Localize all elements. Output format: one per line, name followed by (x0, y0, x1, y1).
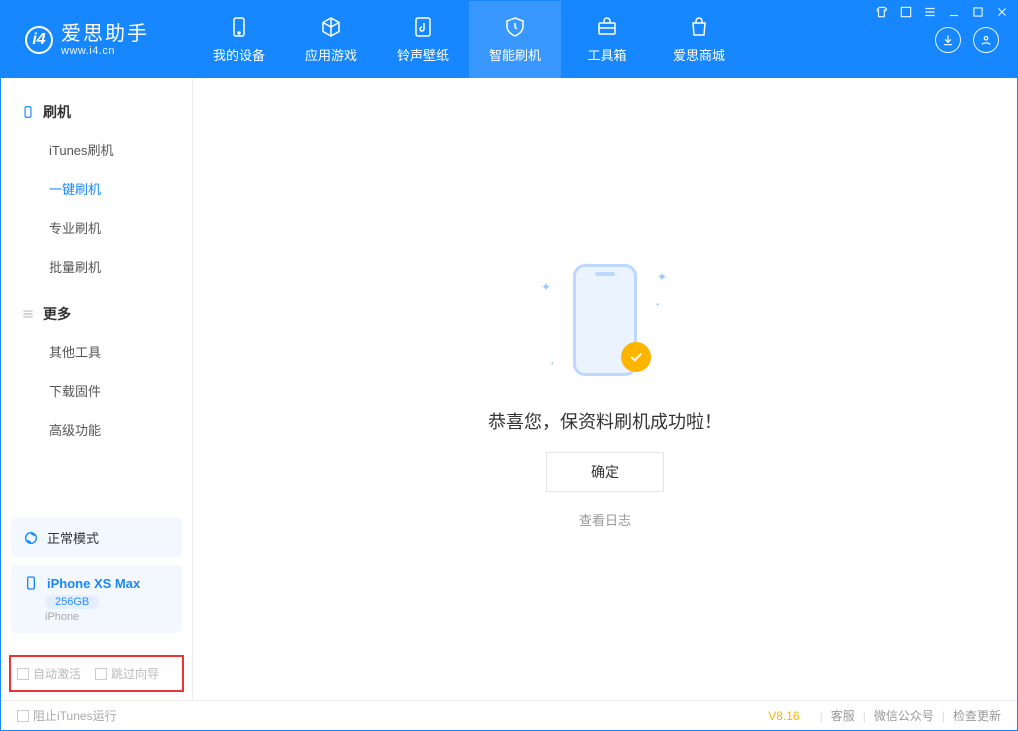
device-type: iPhone (45, 611, 170, 623)
nav-other-tools[interactable]: 其他工具 (1, 332, 192, 371)
nav-firmware[interactable]: 下载固件 (1, 371, 192, 410)
tab-apps[interactable]: 应用游戏 (285, 1, 377, 78)
toolbox-icon (595, 15, 619, 39)
nav-advanced[interactable]: 高级功能 (1, 410, 192, 449)
menu-icon[interactable] (923, 5, 937, 19)
statusbar: 阻止iTunes运行 V8.16 | 客服 | 微信公众号 | 检查更新 (1, 700, 1017, 730)
nav-batch-flash[interactable]: 批量刷机 (1, 247, 192, 286)
main-content: ✦ ✦ • • 恭喜您，保资料刷机成功啦！ 确定 查看日志 (193, 78, 1017, 700)
mode-card[interactable]: 正常模式 (11, 518, 182, 557)
user-icon (979, 33, 993, 47)
ok-button[interactable]: 确定 (546, 452, 664, 492)
sync-icon (23, 530, 39, 546)
header: i4 爱思助手 www.i4.cn 我的设备 应用游戏 铃声壁纸 智能刷机 (1, 1, 1017, 78)
maximize-icon[interactable] (971, 5, 985, 19)
logo-icon: i4 (25, 26, 53, 54)
bag-icon (687, 15, 711, 39)
window-controls (875, 5, 1009, 19)
cube-icon (319, 15, 343, 39)
checkbox-skip-guide[interactable]: 跳过向导 (95, 665, 159, 682)
checkbox-auto-activate[interactable]: 自动激活 (17, 665, 81, 682)
nav-pro-flash[interactable]: 专业刷机 (1, 208, 192, 247)
sidebar: 刷机 iTunes刷机 一键刷机 专业刷机 批量刷机 更多 其他工具 下载固件 … (1, 78, 193, 700)
view-log-link[interactable]: 查看日志 (579, 510, 631, 529)
check-badge-icon (621, 342, 651, 372)
nav-group-more: 更多 (1, 296, 192, 332)
device-icon (227, 15, 251, 39)
device-name: iPhone XS Max (47, 576, 140, 591)
download-icon (941, 33, 955, 47)
success-message: 恭喜您，保资料刷机成功啦！ (488, 408, 722, 434)
user-button[interactable] (973, 27, 999, 53)
device-card[interactable]: iPhone XS Max 256GB iPhone (11, 565, 182, 633)
music-icon (411, 15, 435, 39)
update-link[interactable]: 检查更新 (953, 707, 1001, 724)
close-icon[interactable] (995, 5, 1009, 19)
tab-store[interactable]: 爱思商城 (653, 1, 745, 78)
nav-itunes-flash[interactable]: iTunes刷机 (1, 130, 192, 169)
download-button[interactable] (935, 27, 961, 53)
success-illustration: ✦ ✦ • • (515, 250, 695, 390)
shield-icon (503, 15, 527, 39)
cube-icon[interactable] (899, 5, 913, 19)
options-bar: 自动激活 跳过向导 (9, 655, 184, 692)
logo: i4 爱思助手 www.i4.cn (1, 1, 193, 78)
tab-rings[interactable]: 铃声壁纸 (377, 1, 469, 78)
sparkle-icon: ✦ (657, 270, 667, 284)
dot-icon: • (656, 300, 659, 309)
shirt-icon[interactable] (875, 5, 889, 19)
support-link[interactable]: 客服 (831, 707, 855, 724)
tab-device[interactable]: 我的设备 (193, 1, 285, 78)
list-icon (21, 307, 35, 321)
mode-label: 正常模式 (47, 528, 99, 547)
wechat-link[interactable]: 微信公众号 (874, 707, 934, 724)
sparkle-icon: ✦ (541, 280, 551, 294)
top-tabs: 我的设备 应用游戏 铃声壁纸 智能刷机 工具箱 爱思商城 (193, 1, 935, 78)
phone-icon (21, 105, 35, 119)
tab-flash[interactable]: 智能刷机 (469, 1, 561, 78)
device-capacity: 256GB (45, 595, 99, 609)
version-label: V8.16 (768, 709, 799, 723)
checkbox-block-itunes[interactable]: 阻止iTunes运行 (17, 707, 117, 724)
phone-icon (23, 575, 39, 591)
nav-group-flash: 刷机 (1, 94, 192, 130)
nav-onekey-flash[interactable]: 一键刷机 (1, 169, 192, 208)
app-url: www.i4.cn (61, 45, 149, 57)
app-name: 爱思助手 (61, 23, 149, 45)
minimize-icon[interactable] (947, 5, 961, 19)
tab-tools[interactable]: 工具箱 (561, 1, 653, 78)
dot-icon: • (551, 359, 554, 368)
